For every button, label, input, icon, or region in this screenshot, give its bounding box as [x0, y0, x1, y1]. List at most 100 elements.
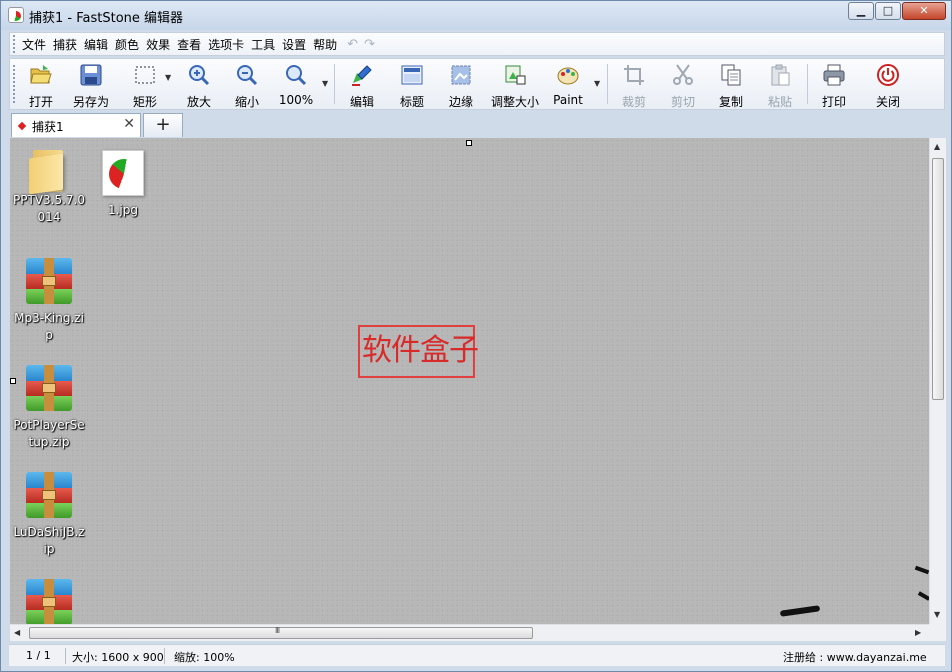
- toolbar-separator: [607, 64, 608, 104]
- zoom-out-button[interactable]: 缩小: [229, 61, 265, 109]
- desktop-icon-label: PPTV3.5.7.0014: [13, 193, 85, 224]
- scroll-right-icon[interactable]: ▶: [915, 628, 921, 637]
- window-controls: ▁ □ ✕: [847, 2, 946, 20]
- copy-button[interactable]: 复制: [713, 61, 749, 109]
- menu-grip[interactable]: [13, 35, 15, 53]
- rectangle-label: 矩形: [132, 95, 157, 109]
- tab-label: 捕获1: [32, 120, 64, 134]
- window-title: 捕获1 - FastStone 编辑器: [29, 11, 184, 26]
- desktop-icon-label: LuDaShiJB.zip: [13, 525, 85, 556]
- paint-palette-icon: [557, 67, 579, 85]
- edit-button[interactable]: 编辑: [344, 61, 380, 109]
- menu-color[interactable]: 颜色: [112, 36, 142, 53]
- menu-help[interactable]: 帮助: [310, 36, 340, 53]
- tab-close-icon[interactable]: ✕: [123, 116, 135, 132]
- resize-handle-top[interactable]: [466, 140, 472, 146]
- minimize-button[interactable]: ▁: [848, 2, 874, 20]
- winrar-archive-icon: [26, 579, 72, 624]
- tab-capture1[interactable]: 捕获1 ✕: [11, 113, 141, 137]
- desktop-icon-zip[interactable]: LuDaShiJB.zip: [13, 472, 85, 558]
- faststone-app-icon[interactable]: [8, 7, 24, 23]
- close-icon: ✕: [919, 4, 929, 17]
- close-image-button[interactable]: 关闭: [870, 61, 906, 109]
- menu-edit[interactable]: 编辑: [81, 36, 111, 53]
- rectangle-select-icon: [135, 66, 155, 84]
- menu-effects[interactable]: 效果: [143, 36, 173, 53]
- close-label: 关闭: [875, 95, 900, 109]
- app-window: 捕获1 - FastStone 编辑器 ▁ □ ✕ 文件 捕获 编辑 颜色 效果…: [0, 0, 952, 672]
- open-button[interactable]: 打开: [22, 61, 60, 109]
- resize-button[interactable]: 调整大小: [488, 61, 542, 109]
- scroll-up-icon[interactable]: ▲: [934, 142, 940, 151]
- annotation-text-box[interactable]: 软件盒子: [358, 325, 479, 378]
- desktop-icon-label: Mp3-King.zip: [14, 311, 84, 342]
- edge-effect-icon: [451, 65, 471, 85]
- paste-clipboard-icon: [771, 64, 790, 86]
- edge-button[interactable]: 边缘: [443, 61, 479, 109]
- menu-view[interactable]: 查看: [174, 36, 204, 53]
- desktop-icon-zip[interactable]: Mp3-King.zip: [13, 258, 85, 344]
- menu-settings[interactable]: 设置: [279, 36, 309, 53]
- menu-capture[interactable]: 捕获: [50, 36, 80, 53]
- redo-icon[interactable]: ↷: [364, 37, 375, 52]
- desktop-icon-zip-partial[interactable]: [13, 579, 85, 624]
- tab-bar: 捕获1 ✕ +: [9, 112, 945, 137]
- desktop-icon-image[interactable]: 1.jpg: [87, 150, 159, 219]
- new-tab-button[interactable]: +: [143, 113, 183, 137]
- folder-icon: [29, 150, 69, 195]
- crop-label: 裁剪: [621, 95, 646, 109]
- toolbar-separator: [334, 64, 335, 104]
- toolbar: 打开 另存为 矩形 ▼ 放大 缩小 100% ▼ 编辑 标题 边缘 调整大小 P…: [9, 58, 945, 110]
- ink-stroke: [917, 591, 929, 601]
- menu-tools[interactable]: 工具: [248, 36, 278, 53]
- image-size: 大小: 1600 x 900: [72, 651, 164, 664]
- save-disk-icon: [80, 64, 102, 86]
- desktop-icon-zip[interactable]: PotPlayerSetup.zip: [13, 365, 85, 451]
- zoom-in-icon: [189, 65, 210, 86]
- zoom-in-button[interactable]: 放大: [181, 61, 217, 109]
- caption-button[interactable]: 标题: [394, 61, 430, 109]
- horizontal-scrollbar[interactable]: ◀ ▶: [10, 624, 929, 641]
- crop-button[interactable]: 裁剪: [616, 61, 652, 109]
- zoom-actual-icon: [286, 65, 307, 86]
- zoom-out-label: 缩小: [234, 95, 259, 109]
- close-window-button[interactable]: ✕: [902, 2, 946, 20]
- winrar-archive-icon: [26, 258, 72, 304]
- horizontal-scroll-thumb[interactable]: [29, 626, 533, 639]
- page-indicator: 1 / 1: [26, 649, 51, 662]
- registered-to: 注册给 : www.dayanzai.me: [783, 651, 927, 664]
- winrar-archive-icon: [26, 472, 72, 518]
- menu-file[interactable]: 文件: [19, 36, 49, 53]
- scroll-down-icon[interactable]: ▼: [934, 610, 940, 619]
- rectangle-select-button[interactable]: 矩形: [127, 61, 163, 109]
- rectangle-dropdown-icon[interactable]: ▼: [165, 73, 171, 82]
- image-canvas[interactable]: PPTV3.5.7.0014 1.jpg Mp3-King.zip PotPla…: [10, 138, 929, 624]
- zoom-100-button[interactable]: 100%: [276, 61, 316, 107]
- save-as-button[interactable]: 另存为: [68, 61, 114, 109]
- vertical-scrollbar[interactable]: ▲ ▼: [929, 138, 946, 624]
- paint-dropdown-icon[interactable]: ▼: [594, 79, 600, 88]
- undo-icon[interactable]: ↶: [347, 37, 358, 52]
- winrar-archive-icon: [26, 365, 72, 411]
- maximize-button[interactable]: □: [875, 2, 901, 20]
- scroll-left-icon[interactable]: ◀: [14, 628, 20, 637]
- cut-label: 剪切: [670, 95, 695, 109]
- zoom-dropdown-icon[interactable]: ▼: [322, 79, 328, 88]
- paint-label: Paint: [553, 93, 583, 107]
- edit-palette-icon: [352, 65, 372, 86]
- annotation-text: 软件盒子: [362, 333, 479, 368]
- paste-button[interactable]: 粘贴: [762, 61, 798, 109]
- vertical-scroll-thumb[interactable]: [932, 158, 944, 400]
- desktop-icon-folder[interactable]: PPTV3.5.7.0014: [13, 150, 85, 226]
- modified-diamond-icon: [17, 121, 27, 131]
- copy-icon: [721, 64, 741, 86]
- status-bar: 1 / 1 大小: 1600 x 900 缩放: 100% 注册给 : www.…: [9, 644, 945, 666]
- paint-button[interactable]: Paint: [550, 61, 586, 107]
- zoom-level: 缩放: 100%: [174, 651, 235, 664]
- toolbar-grip[interactable]: [13, 65, 15, 105]
- print-button[interactable]: 打印: [816, 61, 852, 109]
- edge-label: 边缘: [448, 95, 473, 109]
- title-bar[interactable]: 捕获1 - FastStone 编辑器 ▁ □ ✕: [1, 1, 951, 30]
- cut-button[interactable]: 剪切: [665, 61, 701, 109]
- menu-tabs[interactable]: 选项卡: [205, 36, 247, 53]
